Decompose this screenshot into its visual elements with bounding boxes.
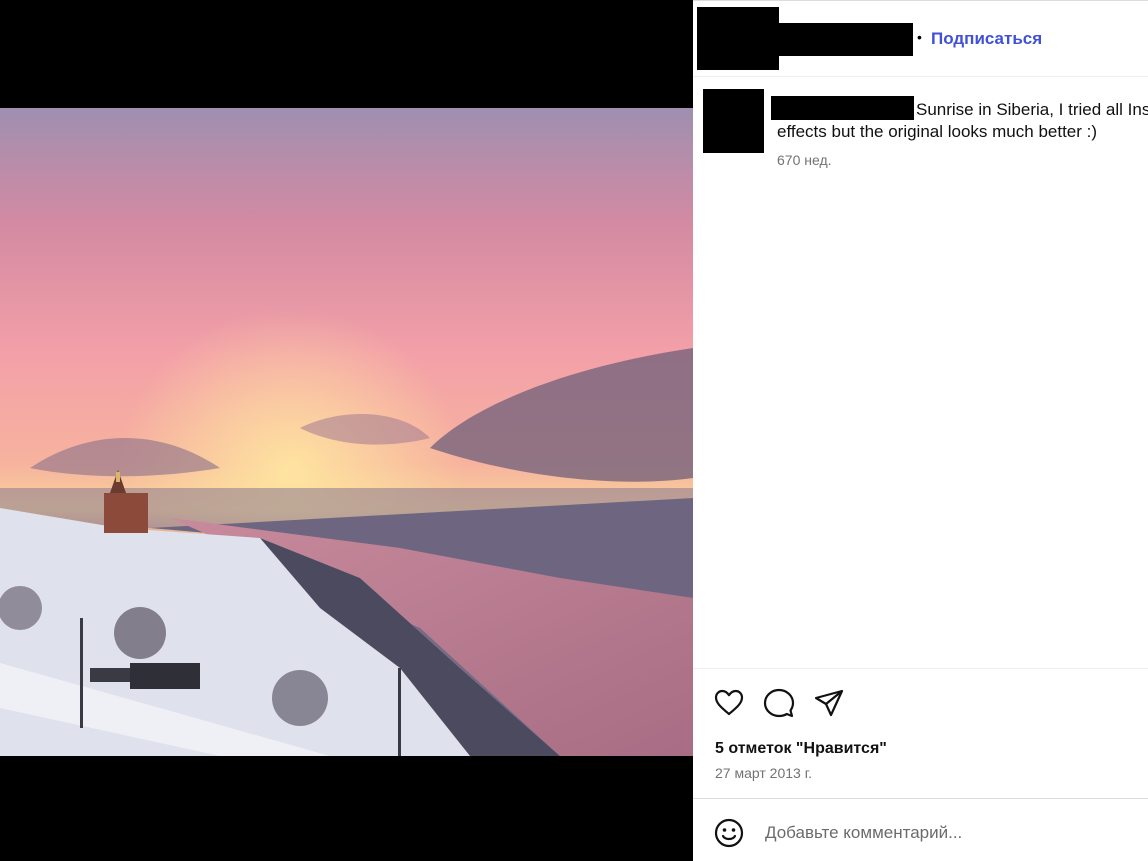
heart-icon[interactable]	[713, 687, 745, 719]
post-photo[interactable]	[0, 108, 693, 756]
post-viewer: • Подписаться Sunrise in Siberia, I trie…	[0, 0, 1148, 861]
caption-text-line2: effects but the original looks much bett…	[777, 122, 1098, 141]
follow-button[interactable]: Подписаться	[931, 29, 1042, 49]
caption-avatar[interactable]	[703, 89, 764, 153]
action-bar: 5 отметок "Нравится" 27 март 2013 г.	[693, 668, 1148, 798]
sunrise-photo	[0, 108, 693, 756]
author-avatar[interactable]	[697, 7, 779, 70]
post-header: • Подписаться	[693, 1, 1148, 77]
post-details-panel: • Подписаться Sunrise in Siberia, I trie…	[693, 0, 1148, 861]
post-date[interactable]: 27 март 2013 г.	[715, 765, 812, 781]
likes-count[interactable]: 5 отметок "Нравится"	[715, 740, 887, 758]
separator-dot: •	[917, 29, 922, 45]
media-pane	[0, 0, 693, 861]
caption-time[interactable]: 670 нед.	[777, 152, 832, 168]
share-icon[interactable]	[813, 687, 845, 719]
emoji-icon[interactable]	[713, 817, 745, 849]
comment-input[interactable]	[763, 819, 1137, 847]
caption-username[interactable]	[771, 96, 914, 120]
caption-text-line1: Sunrise in Siberia, I tried all Ins	[916, 100, 1148, 119]
comment-bar	[693, 798, 1148, 861]
author-username[interactable]	[779, 23, 913, 56]
comment-icon[interactable]	[763, 687, 795, 719]
